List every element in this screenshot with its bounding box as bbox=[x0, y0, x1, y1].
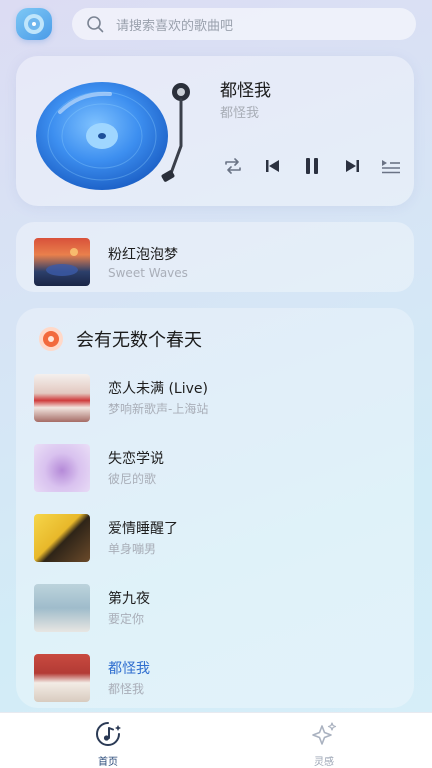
playlist-icon[interactable] bbox=[380, 155, 402, 177]
album-cover bbox=[34, 374, 90, 422]
nav-inspire-label: 灵感 bbox=[314, 757, 334, 768]
song-title: 失恋学说 bbox=[108, 451, 164, 467]
previous-button[interactable] bbox=[262, 155, 284, 177]
repeat-icon[interactable] bbox=[222, 155, 244, 177]
song-subtitle: 单身嘣男 bbox=[108, 542, 157, 556]
song-title: 第九夜 bbox=[108, 591, 150, 607]
song-subtitle: 要定你 bbox=[108, 612, 145, 626]
song-row[interactable]: 爱情睡醒了 单身嘣男 bbox=[16, 510, 414, 566]
now-playing-title: 都怪我 bbox=[220, 81, 271, 101]
song-title: 爱情睡醒了 bbox=[108, 521, 178, 537]
next-button[interactable] bbox=[341, 155, 363, 177]
song-row-active[interactable]: 都怪我 都怪我 bbox=[16, 650, 414, 706]
disc-icon bbox=[39, 327, 63, 351]
playlist-card: 会有无数个春天 恋人未满 (Live) 梦响新歌声-上海站 失恋学说 彼尼的歌 … bbox=[16, 308, 414, 708]
album-cover bbox=[34, 238, 90, 286]
song-title: 都怪我 bbox=[108, 661, 150, 677]
now-playing-artist: 都怪我 bbox=[220, 106, 260, 121]
nav-tab-home[interactable]: 首页 bbox=[78, 721, 138, 768]
nav-home-label: 首页 bbox=[98, 757, 118, 768]
song-row[interactable]: 恋人未满 (Live) 梦响新歌声-上海站 bbox=[16, 370, 414, 426]
album-cover bbox=[34, 444, 90, 492]
song-subtitle: 都怪我 bbox=[108, 682, 145, 696]
top-bar: 请搜索喜欢的歌曲吧 bbox=[16, 8, 416, 42]
vinyl-record-icon bbox=[36, 82, 190, 190]
search-placeholder: 请搜索喜欢的歌曲吧 bbox=[116, 18, 234, 34]
now-playing-card[interactable]: 都怪我 都怪我 bbox=[16, 56, 414, 206]
search-icon bbox=[87, 16, 104, 33]
playback-controls bbox=[222, 154, 402, 178]
nav-tab-inspire[interactable]: 灵感 bbox=[294, 721, 354, 768]
song-subtitle: 彼尼的歌 bbox=[108, 472, 157, 486]
recommended-song-card[interactable]: 粉红泡泡梦 Sweet Waves bbox=[16, 222, 414, 292]
playlist-title: 会有无数个春天 bbox=[76, 330, 202, 351]
song-subtitle: 梦响新歌声-上海站 bbox=[108, 402, 209, 416]
album-cover bbox=[34, 514, 90, 562]
song-row[interactable]: 第九夜 要定你 bbox=[16, 580, 414, 636]
album-cover bbox=[34, 654, 90, 702]
song-row[interactable]: 失恋学说 彼尼的歌 bbox=[16, 440, 414, 496]
recommended-song-title: 粉红泡泡梦 bbox=[108, 247, 178, 263]
recommended-song-subtitle: Sweet Waves bbox=[108, 266, 188, 280]
pause-button[interactable] bbox=[301, 155, 323, 177]
song-title: 恋人未满 (Live) bbox=[108, 381, 208, 397]
album-cover bbox=[34, 584, 90, 632]
search-input[interactable]: 请搜索喜欢的歌曲吧 bbox=[72, 8, 416, 40]
sparkle-icon bbox=[312, 722, 337, 745]
bottom-nav: 首页 灵感 bbox=[0, 712, 432, 768]
app-logo-icon[interactable] bbox=[16, 8, 52, 40]
music-note-icon bbox=[96, 722, 121, 746]
